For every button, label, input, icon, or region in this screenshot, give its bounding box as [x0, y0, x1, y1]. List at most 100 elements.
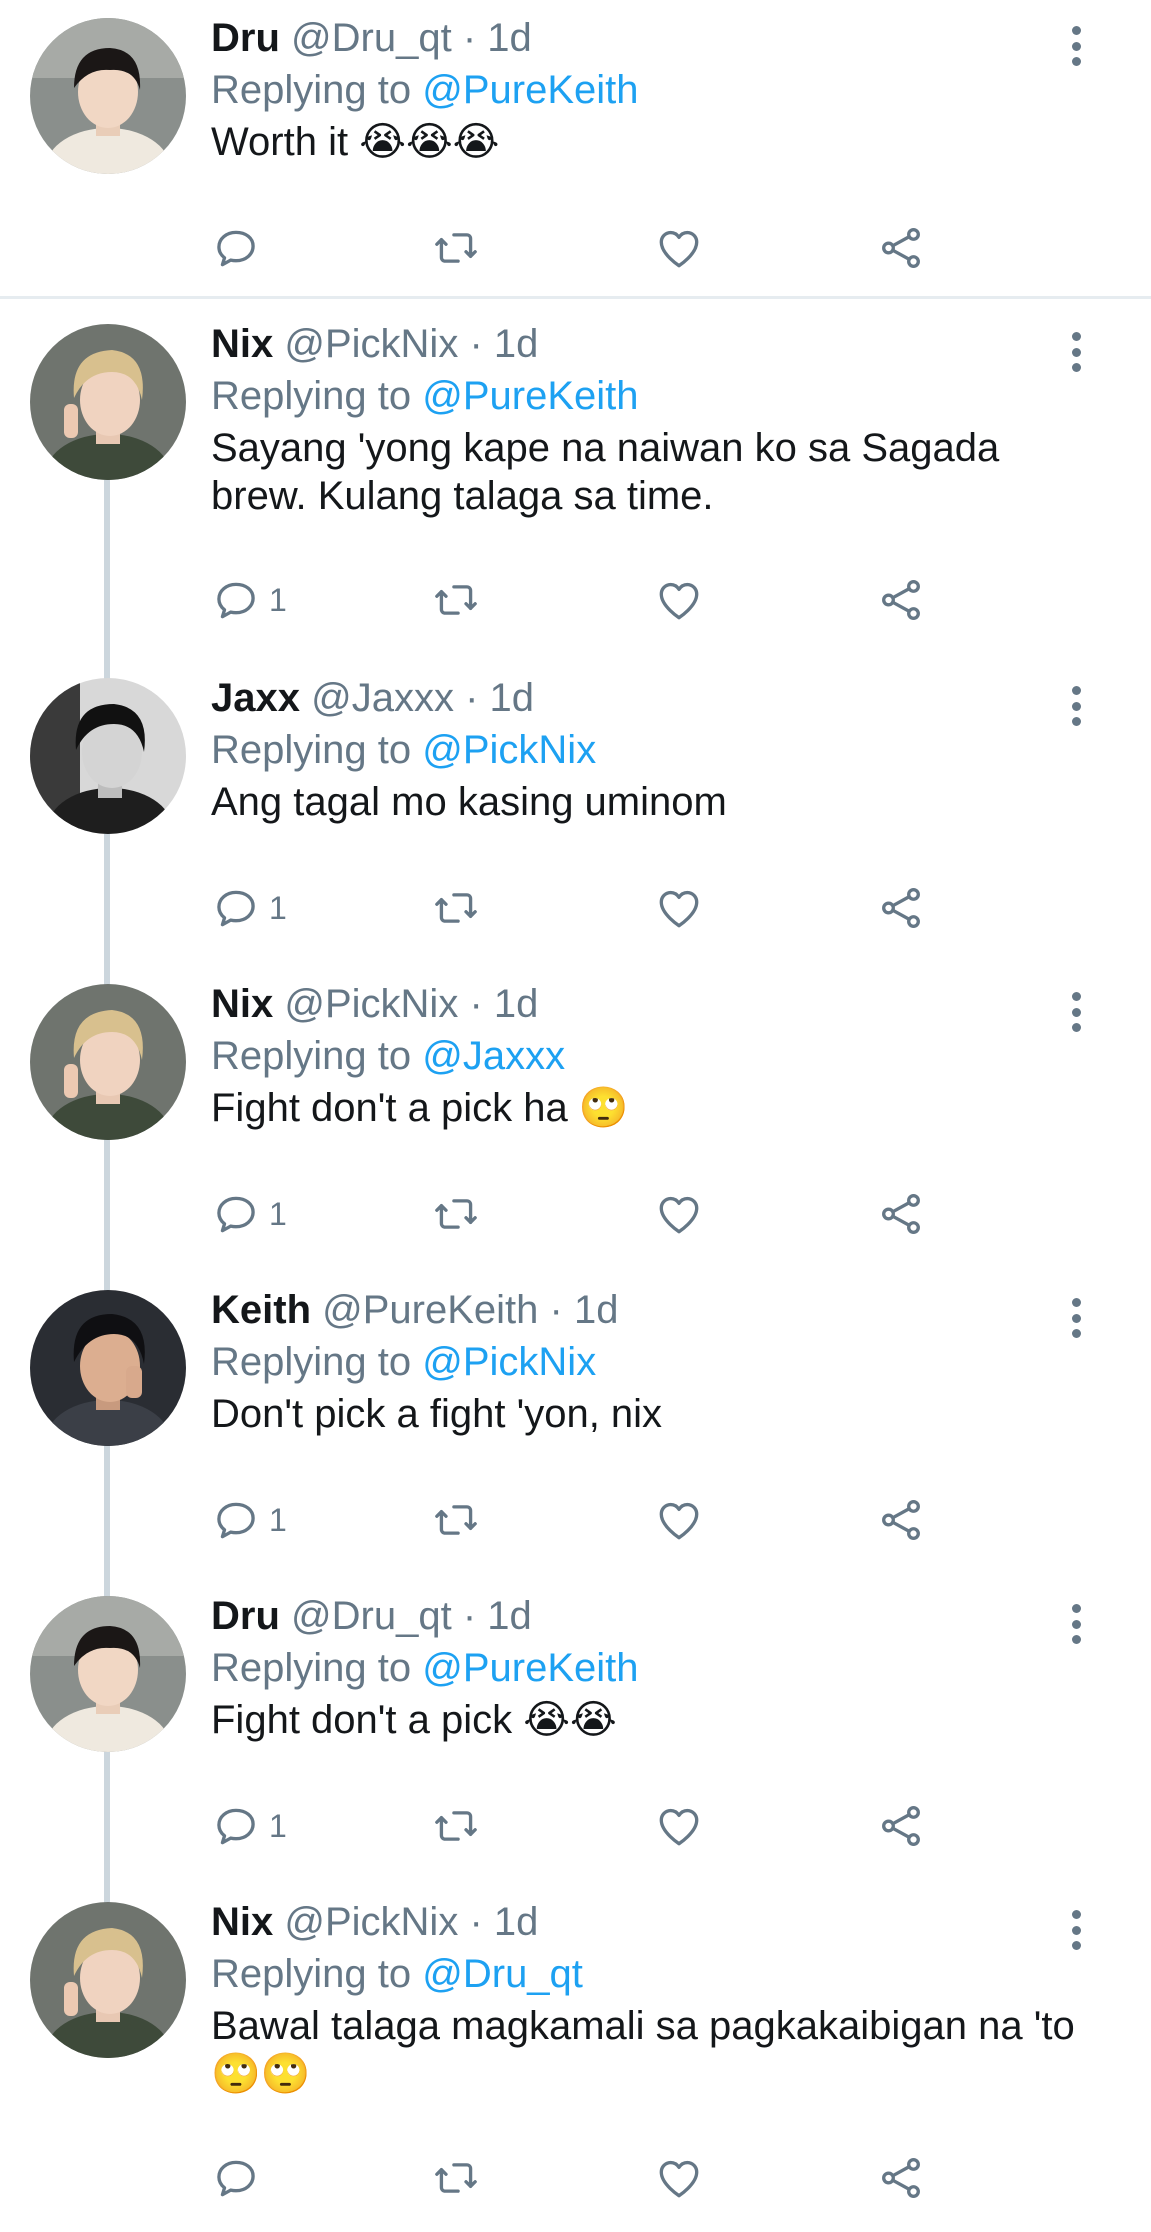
replying-to-label: Replying to: [211, 374, 412, 418]
user-handle[interactable]: @PickNix: [284, 982, 458, 1026]
share-button[interactable]: [876, 1186, 926, 1242]
heart-outline-icon: [659, 890, 699, 928]
share-button[interactable]: [876, 572, 926, 628]
tweet[interactable]: Nix @PickNix · 1d Replying to @Jaxxx Fig…: [0, 966, 1151, 1272]
reply-button[interactable]: 1: [211, 1492, 287, 1548]
user-handle[interactable]: @PickNix: [284, 322, 458, 366]
separator-dot: ·: [469, 1900, 483, 1944]
share-button[interactable]: [876, 1492, 926, 1548]
timestamp[interactable]: 1d: [487, 16, 532, 60]
timestamp[interactable]: 1d: [487, 1594, 532, 1638]
tweet-text-content: Bawal talaga magkamali sa pagkakaibigan …: [211, 2004, 1075, 2048]
reply-count: 1: [269, 1501, 287, 1538]
user-handle[interactable]: @PureKeith: [322, 1288, 538, 1332]
reply-button[interactable]: [211, 2150, 269, 2206]
timestamp[interactable]: 1d: [494, 322, 539, 366]
tweet-content: Nix @PickNix · 1d Replying to @PureKeith…: [211, 318, 1081, 520]
display-name[interactable]: Jaxx: [211, 676, 300, 720]
separator-dot: ·: [462, 16, 477, 60]
tweet-header: Nix @PickNix · 1d: [211, 1896, 1081, 1948]
more-options-icon[interactable]: [1069, 26, 1083, 66]
timestamp[interactable]: 1d: [490, 676, 535, 720]
avatar[interactable]: [30, 984, 186, 1140]
more-options-icon[interactable]: [1069, 992, 1083, 1032]
like-button[interactable]: [654, 2150, 704, 2206]
share-button[interactable]: [876, 220, 926, 276]
reply-target-link[interactable]: @Jaxxx: [422, 1034, 565, 1078]
tweet[interactable]: Keith @PureKeith · 1d Replying to @PickN…: [0, 1272, 1151, 1578]
separator-dot: ·: [549, 1288, 563, 1332]
avatar[interactable]: [30, 678, 186, 834]
tweet[interactable]: Dru @Dru_qt · 1d Replying to @PureKeith …: [0, 0, 1151, 296]
reply-target-link[interactable]: @PureKeith: [422, 1646, 638, 1690]
user-handle[interactable]: @Dru_qt: [291, 1594, 452, 1638]
tweet[interactable]: Nix @PickNix · 1d Replying to @PureKeith…: [0, 306, 1151, 660]
share-button[interactable]: [876, 880, 926, 936]
reply-button[interactable]: 1: [211, 1186, 287, 1242]
like-button[interactable]: [654, 1492, 704, 1548]
user-handle[interactable]: @PickNix: [284, 1900, 458, 1944]
display-name[interactable]: Nix: [211, 322, 273, 366]
retweet-button[interactable]: [431, 1492, 481, 1548]
timestamp[interactable]: 1d: [494, 1900, 539, 1944]
more-options-icon[interactable]: [1069, 1298, 1083, 1338]
avatar[interactable]: [30, 1596, 186, 1752]
display-name[interactable]: Nix: [211, 982, 273, 1026]
retweet-arrows-icon: [435, 1811, 477, 1841]
avatar[interactable]: [30, 18, 186, 174]
user-handle[interactable]: @Dru_qt: [291, 16, 452, 60]
display-name[interactable]: Dru: [211, 1594, 280, 1638]
reply-target-link[interactable]: @PickNix: [422, 728, 596, 772]
reply-target-link[interactable]: @PureKeith: [422, 68, 638, 112]
reply-target-link[interactable]: @PureKeith: [422, 374, 638, 418]
tweet-header: Dru @Dru_qt · 1d: [211, 12, 1081, 64]
tweet[interactable]: Nix @PickNix · 1d Replying to @Dru_qt Ba…: [0, 1884, 1151, 2232]
retweet-button[interactable]: [431, 1798, 481, 1854]
display-name[interactable]: Keith: [211, 1288, 311, 1332]
avatar[interactable]: [30, 324, 186, 480]
retweet-arrows-icon: [435, 893, 477, 923]
tweet-text-content: Fight don't a pick: [211, 1698, 513, 1742]
share-nodes-icon: [882, 1194, 920, 1235]
reply-button[interactable]: 1: [211, 880, 287, 936]
tweet[interactable]: Dru @Dru_qt · 1d Replying to @PureKeith …: [0, 1578, 1151, 1884]
like-button[interactable]: [654, 1186, 704, 1242]
reply-button[interactable]: 1: [211, 572, 287, 628]
share-button[interactable]: [876, 1798, 926, 1854]
retweet-button[interactable]: [431, 1186, 481, 1242]
like-button[interactable]: [654, 880, 704, 936]
like-button[interactable]: [654, 220, 704, 276]
like-button[interactable]: [654, 572, 704, 628]
more-options-icon[interactable]: [1069, 686, 1083, 726]
reply-target-link[interactable]: @PickNix: [422, 1340, 596, 1384]
like-button[interactable]: [654, 1798, 704, 1854]
reply-target-link[interactable]: @Dru_qt: [422, 1952, 583, 1996]
retweet-button[interactable]: [431, 572, 481, 628]
timestamp[interactable]: 1d: [574, 1288, 619, 1332]
tweet-content: Nix @PickNix · 1d Replying to @Jaxxx Fig…: [211, 978, 1081, 1132]
reply-button[interactable]: [211, 220, 269, 276]
retweet-button[interactable]: [431, 220, 481, 276]
emoji-eye-roll: 🙄: [578, 1086, 629, 1130]
timestamp[interactable]: 1d: [494, 982, 539, 1026]
speech-bubble-icon: [217, 1196, 255, 1233]
reply-count: 1: [269, 1807, 287, 1844]
avatar[interactable]: [30, 1902, 186, 2058]
avatar[interactable]: [30, 1290, 186, 1446]
retweet-button[interactable]: [431, 2150, 481, 2206]
display-name[interactable]: Nix: [211, 1900, 273, 1944]
more-options-icon[interactable]: [1069, 332, 1083, 372]
replying-to-label: Replying to: [211, 1952, 412, 1996]
tweet-text: Worth it 😭😭😭: [211, 118, 1081, 166]
retweet-button[interactable]: [431, 880, 481, 936]
reply-button[interactable]: 1: [211, 1798, 287, 1854]
replying-to: Replying to @PureKeith: [211, 64, 1081, 116]
replying-to-label: Replying to: [211, 68, 412, 112]
tweet-text: Ang tagal mo kasing uminom: [211, 778, 1081, 826]
tweet[interactable]: Jaxx @Jaxxx · 1d Replying to @PickNix An…: [0, 660, 1151, 966]
share-button[interactable]: [876, 2150, 926, 2206]
more-options-icon[interactable]: [1069, 1604, 1083, 1644]
more-options-icon[interactable]: [1069, 1910, 1083, 1950]
user-handle[interactable]: @Jaxxx: [311, 676, 454, 720]
display-name[interactable]: Dru: [211, 16, 280, 60]
